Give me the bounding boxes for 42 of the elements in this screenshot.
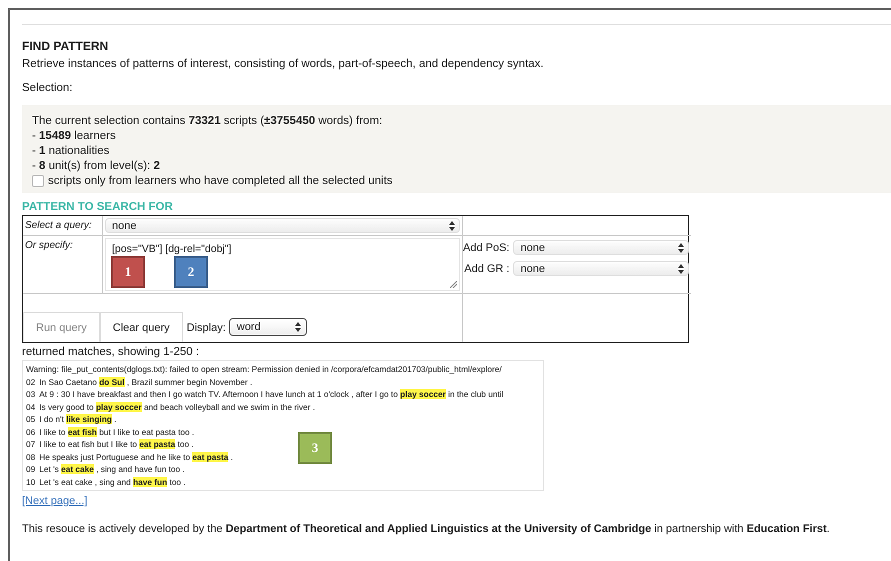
- line-number: 03: [26, 388, 36, 400]
- line-number: 04: [26, 400, 36, 413]
- display-select[interactable]: word: [228, 318, 307, 336]
- match-sentence: Let 's eat cake , sing and have fun too .: [39, 463, 185, 476]
- match-sentence: In Sao Caetano do Sul , Brazil summer begin November .: [39, 376, 252, 388]
- selection-label: Selection:: [22, 82, 74, 94]
- match-sentence: I do n't like singing .: [39, 413, 116, 426]
- line-number: 08: [26, 450, 36, 463]
- match-sentence: Is very good to play soccer and beach volleyball and we swim in the river .: [39, 400, 316, 413]
- select-query-label: Select a query:: [24, 219, 93, 233]
- footer-text: This resouce is actively developed by the Department of Theoretical and Applied Linguistics at the University of Cambridge in partnership with Education First.: [22, 523, 831, 535]
- warning-text: Warning: file_put_contents(dglogs.txt): failed to open stream: Permission denied in /corpora/efcamdat201703/public_html/explore/: [26, 363, 502, 376]
- match-sentence: I like to eat fish but I like to eat pasta too .: [39, 426, 194, 438]
- add-gr-label: Add GR :: [464, 262, 510, 274]
- line-number: 02: [26, 376, 36, 388]
- match-sentence: At 9 : 30 I have breakfast and then I go watch TV. Afternoon I have lunch at 1 o'clock , after I go to play soccer in the club until: [39, 388, 504, 400]
- add-pos-label: Add PoS:: [463, 242, 510, 254]
- selection-info: The current selection contains 73321 scripts (±3755450 words) from:: [32, 115, 384, 127]
- number-badge: 1: [111, 256, 145, 288]
- page-title: FIND PATTERN: [22, 39, 110, 53]
- line-number: 07: [26, 438, 36, 450]
- checkbox-label: scripts only from learners who have completed all the selected units: [48, 175, 393, 187]
- display-label: Display:: [186, 322, 226, 334]
- number-badge: 3: [298, 432, 332, 464]
- match-sentence: Let 's eat cake , sing and have fun too .: [39, 476, 186, 488]
- query-select[interactable]: none: [105, 218, 460, 233]
- specify-label: Or specify:: [24, 239, 74, 253]
- selection-info: - 1 nationalities: [32, 145, 110, 157]
- line-number: 10: [26, 476, 36, 488]
- description-text: Retrieve instances of patterns of interest, consisting of words, part-of-speech, and dependency syntax.: [22, 58, 545, 70]
- next-page-link[interactable]: [Next page...]: [22, 495, 88, 507]
- selection-info: - 15489 learners: [32, 130, 117, 142]
- line-number: 05: [26, 413, 36, 426]
- clear-query-button[interactable]: Clear query: [100, 312, 183, 342]
- results-heading: returned matches, showing 1-250 :: [22, 346, 200, 358]
- selection-info: - 8 unit(s) from level(s): 2: [32, 160, 161, 172]
- line-number: 09: [26, 463, 36, 476]
- gr-select[interactable]: none: [513, 261, 690, 276]
- section-heading: PATTERN TO SEARCH FOR: [22, 201, 174, 213]
- number-badge: 2: [174, 256, 208, 288]
- pos-select[interactable]: none: [513, 240, 690, 255]
- line-number: 06: [26, 426, 36, 438]
